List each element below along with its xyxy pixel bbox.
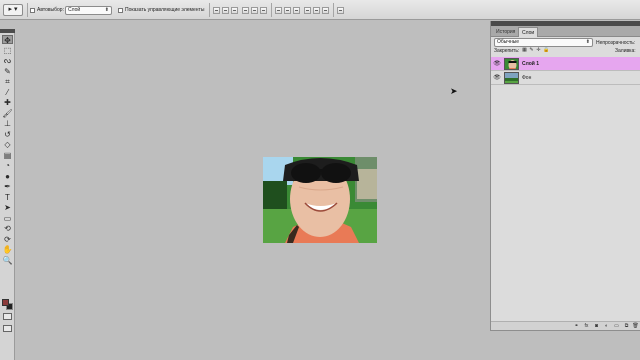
- separator: [27, 3, 28, 17]
- mouse-cursor-icon: ➤: [450, 86, 458, 96]
- distribute-right-icon[interactable]: [322, 7, 329, 14]
- auto-align-icon[interactable]: [337, 7, 344, 14]
- lasso-tool-icon[interactable]: ᔓ: [2, 56, 13, 65]
- hand-tool-icon[interactable]: ✋: [2, 245, 13, 254]
- delete-layer-icon[interactable]: 🗑: [632, 323, 639, 330]
- blend-mode-dropdown[interactable]: Обычные ⬍: [494, 38, 593, 47]
- marquee-tool-icon[interactable]: ⬚: [2, 46, 13, 55]
- foreground-color-swatch[interactable]: [2, 299, 9, 306]
- lock-all-icon[interactable]: 🔒: [543, 48, 549, 53]
- align-vcenter-icon[interactable]: [222, 7, 229, 14]
- align-top-icon[interactable]: [213, 7, 220, 14]
- shape-tool-icon[interactable]: ▭: [2, 214, 13, 223]
- quick-mask-icon[interactable]: [3, 313, 12, 320]
- chevron-down-icon: ⬍: [104, 7, 109, 13]
- 3d-rotate-tool-icon[interactable]: ⟲: [2, 224, 13, 233]
- eyedropper-tool-icon[interactable]: ⁄: [2, 88, 13, 97]
- separator: [333, 3, 334, 17]
- blend-mode-value: Обычные: [497, 39, 520, 45]
- link-layers-icon[interactable]: ⚭: [573, 323, 580, 330]
- auto-select-target-dropdown[interactable]: Слой ⬍: [65, 6, 112, 15]
- photoshop-window: ▸ ▾ Автовыбор: Слой ⬍ Показать управляющ…: [0, 0, 640, 360]
- photo-selfie: [263, 157, 377, 243]
- options-bar: ▸ ▾ Автовыбор: Слой ⬍ Показать управляющ…: [0, 0, 640, 20]
- layer-thumbnail: [504, 58, 519, 70]
- eraser-tool-icon[interactable]: ◇: [2, 140, 13, 149]
- visibility-eye-icon[interactable]: 👁: [493, 60, 501, 68]
- crop-tool-icon[interactable]: ⌗: [2, 77, 13, 86]
- chevron-down-icon: ⬍: [585, 39, 590, 45]
- gradient-tool-icon[interactable]: ▤: [2, 151, 13, 160]
- align-right-icon[interactable]: [260, 7, 267, 14]
- move-tool-icon[interactable]: ✥: [2, 35, 13, 45]
- separator: [271, 3, 272, 17]
- layer-row-background[interactable]: 👁 Фон: [491, 71, 640, 85]
- distribute-top-icon[interactable]: [275, 7, 282, 14]
- new-layer-icon[interactable]: ⧉: [623, 323, 630, 330]
- show-transform-checkbox[interactable]: [118, 8, 123, 13]
- distribute-hcenter-icon[interactable]: [313, 7, 320, 14]
- lock-transparent-icon[interactable]: ▦: [522, 48, 527, 53]
- opacity-label: Непрозрачность:: [596, 40, 636, 46]
- add-mask-icon[interactable]: ◙: [593, 323, 600, 330]
- layer-style-icon[interactable]: fx: [583, 323, 590, 330]
- fill-label: Заливка:: [615, 48, 636, 54]
- layers-panel-footer: ⚭ fx ◙ ◐ ▭ ⧉ 🗑: [491, 321, 640, 330]
- brush-tool-icon[interactable]: 🖌: [2, 109, 13, 118]
- align-left-icon[interactable]: [242, 7, 249, 14]
- tool-preset-picker[interactable]: ▸ ▾: [3, 4, 23, 16]
- align-hcenter-icon[interactable]: [251, 7, 258, 14]
- layers-panel: История Слои Обычные ⬍ Непрозрачность: З…: [490, 21, 640, 331]
- lock-label: Закрепить:: [494, 48, 520, 54]
- 3d-camera-tool-icon[interactable]: ⟳: [2, 235, 13, 244]
- toolbox-grip[interactable]: [0, 29, 15, 33]
- blur-tool-icon[interactable]: ◔: [2, 161, 13, 170]
- visibility-eye-icon[interactable]: 👁: [493, 74, 501, 82]
- document-canvas[interactable]: [263, 157, 377, 243]
- pen-tool-icon[interactable]: ✒: [2, 182, 13, 191]
- dodge-tool-icon[interactable]: ●: [2, 172, 13, 181]
- lock-position-icon[interactable]: ✛: [536, 48, 541, 53]
- align-bottom-icon[interactable]: [231, 7, 238, 14]
- auto-select-target-value: Слой: [68, 7, 81, 13]
- path-select-tool-icon[interactable]: ➤: [2, 203, 13, 212]
- layer-row-layer-1[interactable]: 👁 Слой 1: [491, 57, 640, 71]
- distribute-left-icon[interactable]: [304, 7, 311, 14]
- tab-history[interactable]: История: [493, 27, 518, 37]
- quick-select-tool-icon[interactable]: ✎: [2, 67, 13, 76]
- auto-select-checkbox[interactable]: [30, 8, 35, 13]
- distribute-vcenter-icon[interactable]: [284, 7, 291, 14]
- show-transform-label: Показать управляющие элементы: [125, 7, 205, 13]
- panel-tabs: История Слои: [491, 26, 640, 37]
- layer-name: Фон: [522, 75, 532, 81]
- layer-name: Слой 1: [522, 61, 540, 67]
- new-group-icon[interactable]: ▭: [613, 323, 620, 330]
- toolbox: ✥ ⬚ ᔓ ✎ ⌗ ⁄ ✚ 🖌 ⊥ ↺ ◇ ▤ ◔ ● ✒ T ➤ ▭ ⟲ ⟳ ✋ 🔍: [0, 29, 15, 360]
- auto-select-label: Автовыбор:: [37, 7, 64, 13]
- screen-mode-icon[interactable]: [3, 325, 12, 332]
- clone-stamp-tool-icon[interactable]: ⊥: [2, 119, 13, 128]
- distribute-bottom-icon[interactable]: [293, 7, 300, 14]
- history-brush-tool-icon[interactable]: ↺: [2, 130, 13, 139]
- healing-brush-tool-icon[interactable]: ✚: [2, 98, 13, 107]
- lock-pixels-icon[interactable]: ✎: [529, 48, 534, 53]
- separator: [209, 3, 210, 17]
- adjustment-layer-icon[interactable]: ◐: [603, 323, 610, 330]
- type-tool-icon[interactable]: T: [2, 193, 13, 202]
- layer-thumbnail: [504, 72, 519, 84]
- zoom-tool-icon[interactable]: 🔍: [2, 256, 13, 265]
- tab-layers[interactable]: Слои: [518, 27, 539, 37]
